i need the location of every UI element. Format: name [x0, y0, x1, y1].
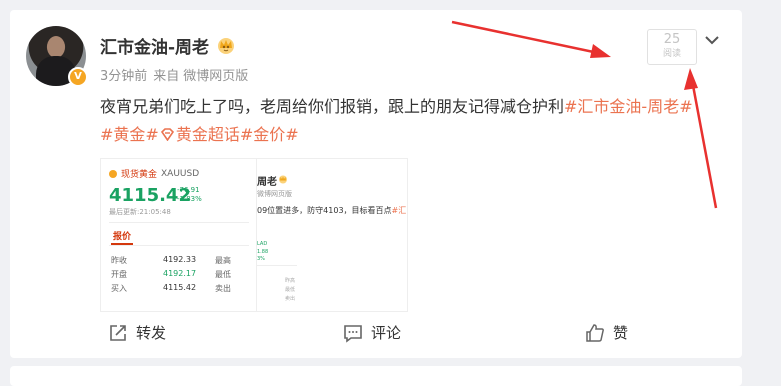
image-thumbnail-repost[interactable]: 周老 微博网页版 09位置进多，防守4103，目标看百点#汇 LAD 1.88 … [256, 158, 408, 312]
quote-row-value: 4192.33 [163, 255, 197, 264]
image-thumbnail-quote[interactable]: 现货黄金 XAUUSD 4115.42 -76.91 -1.83% 最后更新:2… [100, 158, 257, 312]
comment-button[interactable]: 评论 [343, 322, 401, 343]
quote-symbol: XAUUSD [161, 168, 200, 179]
chevron-down-icon[interactable] [703, 31, 721, 49]
verified-badge: V [68, 67, 88, 87]
crown-icon [279, 175, 287, 184]
repost-mini-line: 卖出 [285, 296, 296, 302]
super-topic-label: 黄金超话 [175, 125, 240, 144]
quote-row-key: 买入 [111, 284, 127, 293]
repost-source: 微博网页版 [257, 190, 292, 198]
topic-tag-gold[interactable]: #黄金# [100, 125, 159, 144]
divider [257, 265, 297, 266]
quote-row-key2: 最低 [215, 270, 231, 279]
comment-label: 评论 [371, 324, 402, 342]
quote-row-key: 开盘 [111, 270, 127, 279]
repost-icon [110, 324, 126, 341]
repost-mini-line: 3% [257, 256, 265, 262]
repost-text-body: 09位置进多，防守4103，目标看百点 [257, 206, 392, 215]
super-topic-link[interactable]: 黄金超话 [159, 125, 240, 144]
read-count: 25 [663, 32, 681, 47]
quote-updated: 最后更新:21:05:48 [109, 208, 171, 216]
like-button[interactable]: 赞 [585, 322, 628, 343]
post-text: 夜宵兄弟们吃上了吗，老周给你们报销，跟上的朋友记得减仓护利#汇市金油-周老# #… [100, 93, 730, 149]
quote-row-key: 昨收 [111, 256, 127, 265]
quote-row-value: 4115.42 [163, 283, 197, 292]
repost-button[interactable]: 转发 [108, 322, 166, 343]
read-count-box: 25 阅读 [647, 29, 697, 65]
quote-tab: 报价 [113, 232, 132, 242]
divider [109, 245, 249, 246]
thumbs-up-icon [586, 323, 604, 342]
author-name[interactable]: 汇市金油-周老 [100, 33, 209, 58]
repost-mini-line: LAD [257, 241, 268, 247]
quote-header: 现货黄金 XAUUSD [109, 167, 256, 180]
topic-tag-author[interactable]: #汇市金油-周老# [564, 97, 693, 116]
post-meta: 3分钟前 来自 微博网页版 [100, 65, 254, 84]
quote-change-value: -76.91 [177, 186, 200, 194]
divider [109, 222, 249, 223]
quote-change-pct: -1.83% [177, 195, 202, 203]
post-body: 夜宵兄弟们吃上了吗，老周给你们报销，跟上的朋友记得减仓护利 [100, 97, 565, 116]
repost-tag: #汇 [391, 206, 407, 215]
repost-mini-line: 昨高 [285, 278, 296, 284]
gold-dot-icon [109, 169, 117, 178]
post-time[interactable]: 3分钟前 [100, 69, 147, 84]
read-label: 阅读 [662, 49, 681, 59]
post-source: 微博网页版 [183, 69, 249, 84]
avatar[interactable]: V [26, 26, 88, 87]
quote-row-key2: 卖出 [215, 284, 231, 293]
quote-row-key2: 最高 [215, 256, 231, 265]
super-topic-icon [160, 128, 174, 142]
repost-mini-line: 1.88 [257, 249, 269, 255]
repost-label: 转发 [136, 324, 167, 342]
repost-mini-line: 最低 [285, 287, 296, 293]
crown-icon [218, 38, 234, 54]
like-label: 赞 [613, 324, 629, 342]
comment-icon [344, 324, 362, 343]
repost-author: 周老 [257, 177, 277, 188]
source-prefix: 来自 [153, 69, 180, 84]
next-post-card [10, 366, 742, 386]
quote-label: 现货黄金 [121, 170, 158, 180]
quote-row-value: 4192.17 [163, 269, 197, 278]
repost-text: 09位置进多，防守4103，目标看百点#汇 [257, 205, 406, 216]
topic-tag-price[interactable]: #金价# [240, 125, 299, 144]
quote-change: -76.91 -1.83% [177, 186, 202, 204]
